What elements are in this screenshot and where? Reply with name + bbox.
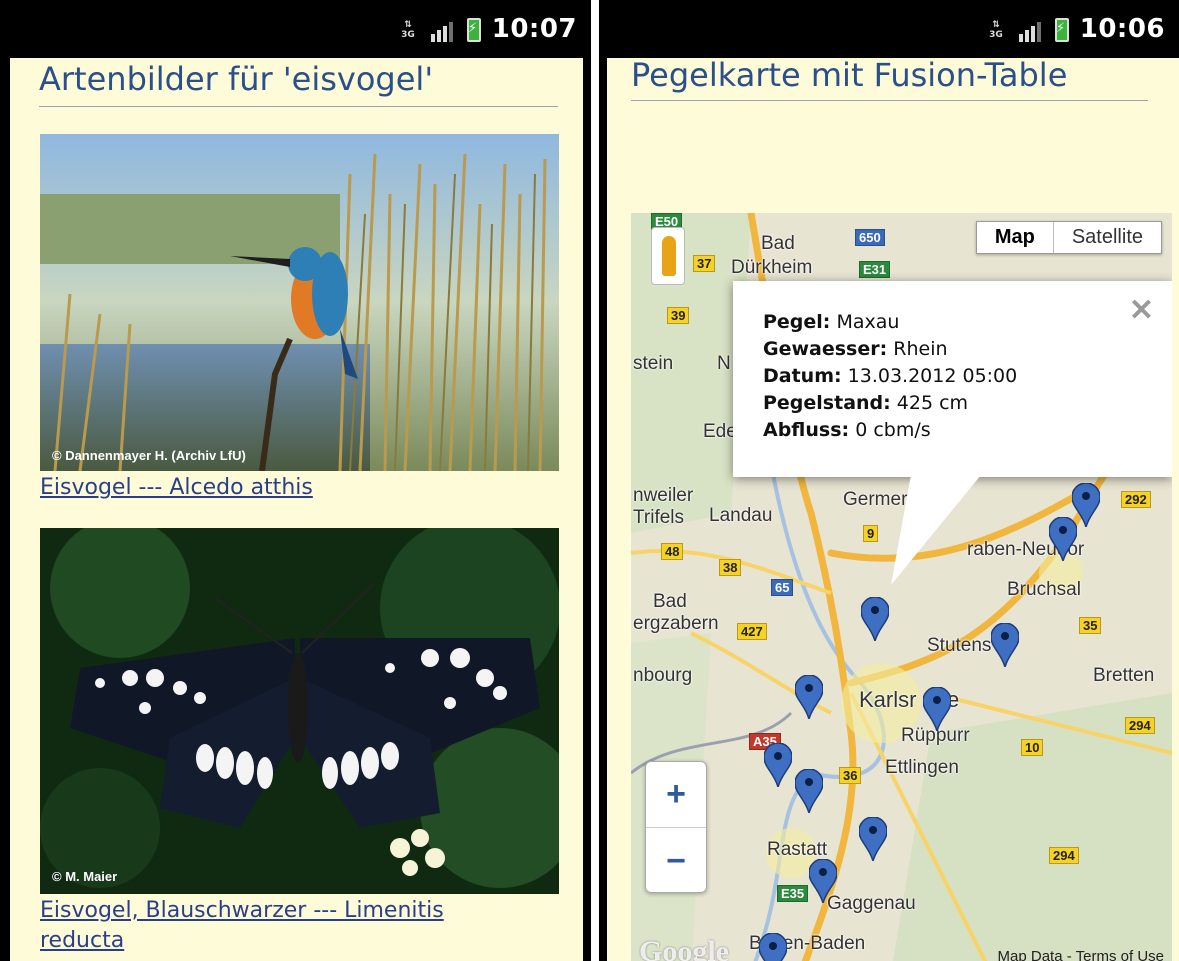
road-shield: 294	[1125, 717, 1155, 734]
gauge-marker-icon[interactable]	[859, 817, 887, 861]
status-icons: ⇅ 3G	[987, 18, 1069, 42]
road-shield: 65	[771, 579, 794, 596]
gauge-marker-icon[interactable]	[923, 687, 951, 731]
gauge-info-window: ✕ Pegel: Maxau Gewaesser: Rhein Datum: 1…	[733, 281, 1172, 477]
species-link[interactable]: Eisvogel --- Alcedo atthis	[40, 473, 313, 503]
battery-charging-icon	[1055, 18, 1069, 42]
map-type-satellite-button[interactable]: Satellite	[1054, 222, 1161, 253]
road-shield: E35	[777, 885, 809, 902]
photo-credit: © M. Maier	[52, 869, 118, 884]
zoom-out-button[interactable]: −	[646, 828, 706, 894]
map-place-label: Landau	[709, 505, 773, 526]
battery-charging-icon	[467, 18, 481, 42]
zoom-in-button[interactable]: +	[646, 762, 706, 828]
info-row-pegel: Pegel: Maxau	[763, 311, 900, 333]
species-images-page: Artenbilder für 'eisvogel' © Dannenmayer…	[10, 58, 583, 961]
road-shield: 10	[1021, 739, 1044, 756]
map-place-label: nweiler	[633, 485, 694, 506]
status-icons: ⇅ 3G	[399, 18, 481, 42]
map-place-label: N	[717, 353, 731, 374]
road-shield: 427	[737, 623, 767, 640]
gauge-map-page: Pegelkarte mit Fusion-Table Bad Dürkheim…	[607, 58, 1179, 961]
info-row-gewaesser: Gewaesser: Rhein	[763, 338, 948, 360]
network-3g-icon: ⇅ 3G	[989, 20, 1003, 40]
status-bar: ⇅3G 10:07	[0, 0, 591, 58]
road-shield: 48	[661, 543, 684, 560]
road-shield: 294	[1049, 847, 1079, 864]
gauge-marker-icon[interactable]	[861, 597, 889, 641]
map-place-label: Ede	[703, 421, 737, 442]
road-shield: E31	[859, 261, 891, 278]
info-row-abfluss: Abfluss: 0 cbm/s	[763, 419, 931, 441]
road-shield: 35	[1079, 617, 1102, 634]
title-divider	[39, 106, 558, 107]
info-window-tail	[891, 475, 981, 585]
close-icon[interactable]: ✕	[1129, 293, 1154, 328]
status-time: 10:07	[491, 14, 577, 44]
right-phone-screen: ⇅3G 10:06 Pegelkarte mit Fusion-Table	[599, 0, 1179, 961]
page-title: Artenbilder für 'eisvogel'	[39, 60, 434, 98]
network-3g-icon: ⇅ 3G	[401, 20, 415, 40]
gauge-marker-icon[interactable]	[795, 769, 823, 813]
page-title: Pegelkarte mit Fusion-Table	[631, 58, 1068, 94]
photo-credit: © Dannenmayer H. (Archiv LfU)	[52, 448, 246, 463]
google-logo: Google	[639, 935, 729, 961]
map-place-label: ergzabern	[633, 613, 719, 634]
road-shield: 38	[719, 559, 742, 576]
info-row-pegelstand: Pegelstand: 425 cm	[763, 392, 969, 414]
gauge-marker-icon[interactable]	[764, 743, 792, 787]
road-shield: 650	[855, 229, 885, 246]
map-place-label: Bretten	[1093, 665, 1155, 686]
map-place-label: Gaggenau	[827, 893, 916, 914]
kingfisher-photo[interactable]: © Dannenmayer H. (Archiv LfU)	[40, 134, 559, 471]
road-shield: 39	[667, 307, 690, 324]
map-place-label: Bad	[761, 233, 795, 254]
road-shield: 37	[693, 255, 716, 272]
info-row-datum: Datum: 13.03.2012 05:00	[763, 365, 1018, 387]
map-type-control: Map Satellite	[975, 221, 1162, 254]
map-place-label: stein	[633, 353, 674, 374]
butterfly-photo[interactable]: © M. Maier	[40, 528, 559, 894]
title-divider	[631, 100, 1148, 101]
map-place-label: Bad	[653, 591, 687, 612]
status-bar: ⇅3G 10:06	[599, 0, 1179, 58]
gauge-marker-icon[interactable]	[1049, 517, 1077, 561]
map-place-label: Rastatt	[767, 839, 828, 860]
street-view-pegman-icon[interactable]	[651, 227, 685, 285]
map-type-map-button[interactable]: Map	[977, 222, 1054, 253]
signal-icon	[1019, 20, 1041, 42]
map-place-label: Ettlingen	[885, 757, 959, 778]
terms-of-use-link[interactable]: Terms of Use	[1076, 948, 1164, 961]
left-phone-screen: ⇅3G 10:07 Artenbilder für 'eisvogel'	[0, 0, 591, 961]
road-shield: 9	[863, 525, 879, 542]
species-link[interactable]: Eisvogel, Blauschwarzer --- Limenitis re…	[40, 896, 510, 956]
gauge-info-rows: Pegel: Maxau Gewaesser: Rhein Datum: 13.…	[763, 309, 1017, 444]
map-footer-links: Map Data - Terms of Use	[998, 948, 1164, 961]
map-place-label: Dürkheim	[731, 257, 813, 278]
road-shield: 36	[839, 767, 862, 784]
gauge-map[interactable]: Bad Dürkheim stein N Ede nweiler Trifels…	[631, 213, 1172, 961]
map-data-link[interactable]: Map Data	[998, 948, 1063, 961]
map-place-label: nbourg	[633, 665, 693, 686]
zoom-control: + −	[645, 761, 707, 893]
map-place-label: Stutens	[927, 635, 992, 656]
signal-icon	[431, 20, 453, 42]
road-shield: 292	[1121, 491, 1151, 508]
gauge-marker-icon[interactable]	[795, 675, 823, 719]
map-place-label: Trifels	[633, 507, 685, 528]
gauge-marker-icon[interactable]	[991, 623, 1019, 667]
status-time: 10:06	[1079, 14, 1165, 44]
gauge-marker-icon[interactable]	[759, 933, 787, 961]
gauge-marker-icon[interactable]	[809, 859, 837, 903]
